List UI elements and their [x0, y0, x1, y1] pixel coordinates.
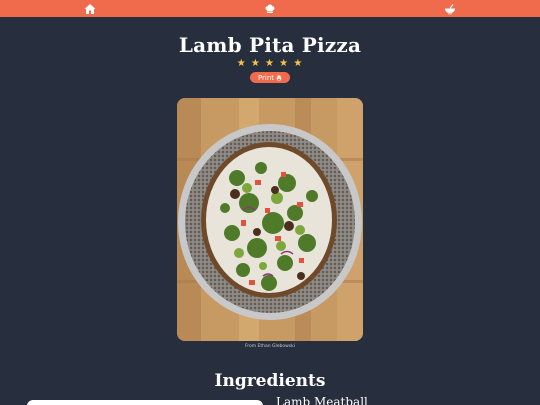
ingredients-heading: Ingredients: [214, 371, 326, 391]
home-nav-button[interactable]: [83, 2, 97, 15]
mixing-bowl-icon: [445, 3, 455, 14]
star-icon: ★: [236, 58, 247, 69]
star-icon: ★: [279, 58, 290, 69]
chef-hat-icon: [265, 4, 275, 13]
top-navigation-bar: [0, 0, 540, 17]
recipes-nav-button[interactable]: [263, 2, 277, 15]
star-rating: ★ ★ ★ ★ ★: [0, 58, 540, 69]
printer-icon: [276, 75, 282, 80]
recipe-photo: [177, 98, 363, 341]
print-button[interactable]: Print: [250, 72, 290, 83]
home-icon: [84, 3, 96, 14]
ingredient-checklist-card[interactable]: [27, 400, 263, 405]
star-icon: ★: [265, 58, 275, 69]
recipe-title: Lamb Pita Pizza: [178, 33, 362, 57]
cooking-nav-button[interactable]: [443, 2, 457, 15]
photo-credit: From Ethan Glebowski: [244, 344, 296, 349]
print-label: Print: [257, 73, 275, 82]
star-icon: ★: [250, 58, 261, 69]
star-icon: ★: [293, 58, 304, 69]
ingredient-subsection-title: Lamb Meatball: [276, 395, 368, 405]
